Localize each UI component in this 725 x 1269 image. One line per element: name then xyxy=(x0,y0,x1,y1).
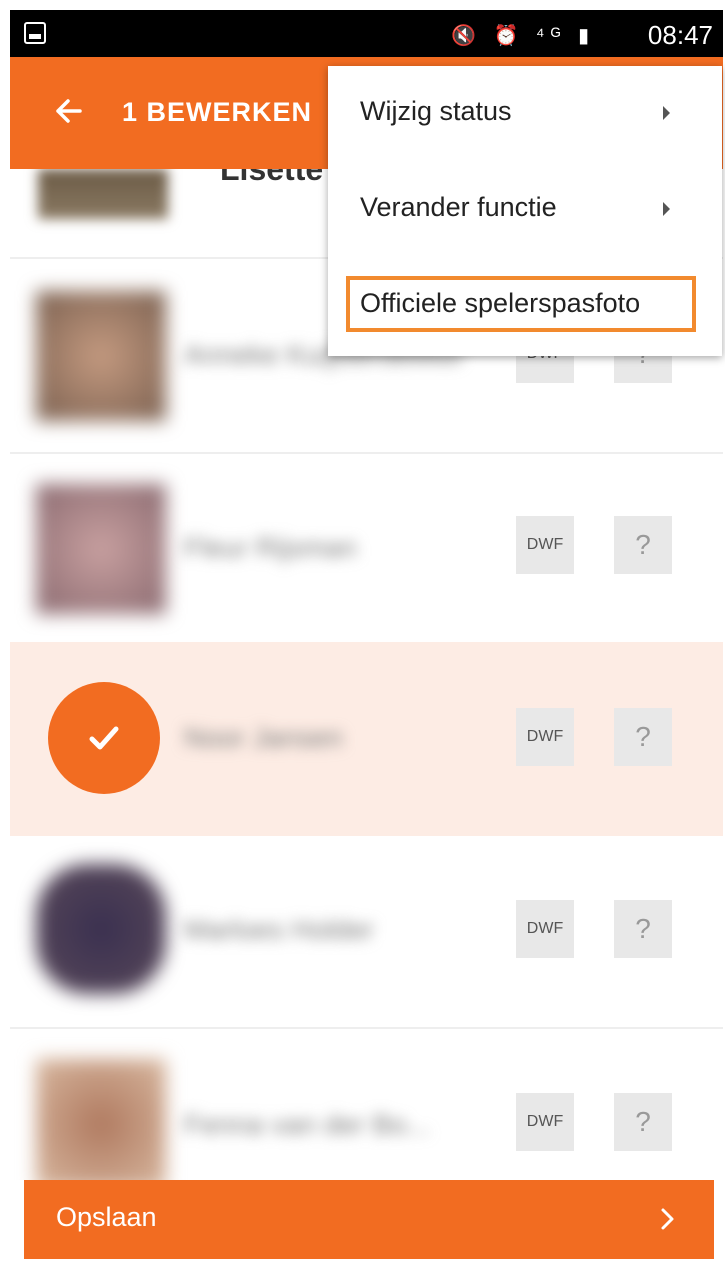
list-item-selected[interactable]: Noor Jansen DWF ? xyxy=(10,642,723,836)
status-badge[interactable]: ? xyxy=(614,900,672,958)
status-badge[interactable]: ? xyxy=(614,1093,672,1151)
back-arrow-icon[interactable] xyxy=(50,91,90,131)
player-name: Fenna van der Bo... xyxy=(184,1109,430,1140)
status-icons: 🔇 ⏰ ⁴ᴳ ▮ xyxy=(451,25,595,47)
avatar xyxy=(36,1059,166,1180)
highlight-box xyxy=(346,276,696,332)
avatar xyxy=(38,169,168,219)
screenshot-notification-icon xyxy=(24,22,46,44)
player-name: Fleur Rijsman xyxy=(184,532,357,563)
status-badge[interactable]: ? xyxy=(614,708,672,766)
function-badge[interactable]: DWF xyxy=(516,900,574,958)
avatar xyxy=(36,291,166,421)
status-time: 08:47 xyxy=(647,20,713,50)
page-title: 1 BEWERKEN xyxy=(122,97,313,127)
menu-item-label: Verander functie xyxy=(360,192,557,222)
save-label: Opslaan xyxy=(56,1202,157,1232)
submenu-arrow-icon xyxy=(663,202,670,216)
player-name: Noor Jansen xyxy=(184,722,343,753)
menu-item-label: Wijzig status xyxy=(360,96,512,126)
menu-item-wijzig-status[interactable]: Wijzig status xyxy=(328,66,722,162)
submenu-arrow-icon xyxy=(663,106,670,120)
avatar xyxy=(36,864,166,994)
list-item[interactable]: Fleur Rijsman DWF ? xyxy=(10,454,723,642)
player-name: Marloes Holder xyxy=(184,914,374,945)
avatar xyxy=(36,484,166,614)
chevron-right-icon xyxy=(661,1208,674,1230)
list-item[interactable]: Marloes Holder DWF ? xyxy=(10,836,723,1027)
function-badge[interactable]: DWF xyxy=(516,708,574,766)
player-name: Lisette xyxy=(220,169,324,187)
status-badge[interactable]: ? xyxy=(614,516,672,574)
status-bar: 🔇 ⏰ ⁴ᴳ ▮ 08:47 xyxy=(10,10,723,57)
function-badge[interactable]: DWF xyxy=(516,516,574,574)
list-item[interactable]: Fenna van der Bo... DWF ? xyxy=(10,1029,723,1180)
overflow-menu: Wijzig status Verander functie Officiele… xyxy=(328,66,722,356)
save-button[interactable]: Opslaan xyxy=(24,1180,714,1259)
function-badge[interactable]: DWF xyxy=(516,1093,574,1151)
checkmark-icon xyxy=(89,726,119,750)
menu-item-verander-functie[interactable]: Verander functie xyxy=(328,162,722,258)
selected-check[interactable] xyxy=(48,682,160,794)
